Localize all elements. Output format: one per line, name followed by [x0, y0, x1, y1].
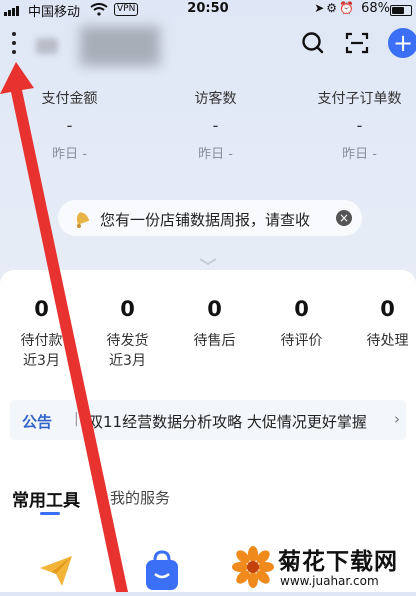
metric-yesterday: 昨日 -: [198, 147, 233, 162]
tab-common-tools[interactable]: 常用工具: [12, 486, 80, 511]
order-count: 0: [294, 297, 309, 321]
order-count: 0: [120, 297, 135, 321]
metric-value: -: [212, 116, 219, 135]
announcement-bar[interactable]: 公告 | 双11经营数据分析攻略 大促情况更好掌握 ›: [10, 400, 406, 440]
metric-value: -: [66, 116, 73, 135]
metric-yesterday: 昨日 -: [52, 147, 87, 162]
metric-label: 支付金额: [41, 91, 98, 107]
bell-icon: [70, 206, 94, 230]
order-count: 0: [207, 297, 222, 321]
order-label: 待评价: [280, 333, 323, 349]
close-icon[interactable]: ×: [336, 210, 352, 226]
chevron-down-icon[interactable]: [198, 252, 218, 266]
notice-text: 您有一份店铺数据周报，请查收: [100, 211, 311, 229]
battery-icon: [390, 5, 412, 16]
more-menu-icon[interactable]: [8, 32, 20, 54]
order-label: 待发货: [106, 333, 149, 349]
chevron-right-icon: ›: [394, 410, 400, 428]
metric-value: -: [356, 116, 363, 135]
tab-my-services[interactable]: 我的服务: [110, 487, 170, 508]
order-sublabel: 近3月: [23, 353, 60, 369]
order-count: 0: [34, 297, 49, 321]
search-icon[interactable]: [300, 30, 326, 56]
metric-sub-orders[interactable]: 支付子订单数 - 昨日 -: [290, 88, 416, 162]
add-button[interactable]: +: [388, 28, 416, 58]
store-avatar-blurred: [36, 38, 58, 54]
metric-yesterday: 昨日 -: [342, 147, 377, 162]
active-tab-indicator: [40, 512, 60, 515]
weekly-report-notice[interactable]: 您有一份店铺数据周报，请查收 ×: [58, 200, 362, 236]
announcement-text: 双11经营数据分析攻略 大促情况更好掌握: [88, 413, 367, 431]
shopping-bag-icon[interactable]: [142, 548, 182, 592]
metric-label: 支付子订单数: [317, 91, 402, 107]
announcement-tag: 公告: [22, 413, 53, 431]
announcement-divider: |: [74, 411, 79, 427]
store-name-blurred: [80, 26, 160, 66]
metric-payment-amount[interactable]: 支付金额 - 昨日 -: [0, 88, 139, 162]
status-bar: 中国移动 VPN 20:50 ➤⚙⏰ 68%: [0, 0, 416, 20]
order-to-process[interactable]: 0 待处理: [346, 297, 416, 351]
order-after-sales[interactable]: 0 待售后: [173, 297, 256, 351]
order-label: 待售后: [193, 333, 236, 349]
battery-percent: 68%: [361, 1, 390, 16]
order-label: 待处理: [366, 333, 409, 349]
paper-plane-icon[interactable]: [36, 550, 76, 590]
watermark-url: www.juahar.com: [280, 574, 379, 588]
order-pending-review[interactable]: 0 待评价: [260, 297, 343, 351]
order-pending-payment[interactable]: 0 待付款近3月: [0, 297, 83, 371]
order-pending-shipment[interactable]: 0 待发货近3月: [86, 297, 169, 371]
order-count: 0: [380, 297, 395, 321]
order-sublabel: 近3月: [109, 353, 146, 369]
watermark-title: 菊花下载网: [278, 549, 398, 575]
status-icons: ➤⚙⏰: [314, 1, 356, 15]
metric-label: 访客数: [194, 91, 237, 107]
scan-icon[interactable]: [344, 30, 370, 56]
flower-logo: [232, 546, 274, 588]
metric-visitors[interactable]: 访客数 - 昨日 -: [146, 88, 285, 162]
watermark: 菊花下载网 www.juahar.com: [228, 542, 416, 592]
order-label: 待付款: [20, 333, 63, 349]
